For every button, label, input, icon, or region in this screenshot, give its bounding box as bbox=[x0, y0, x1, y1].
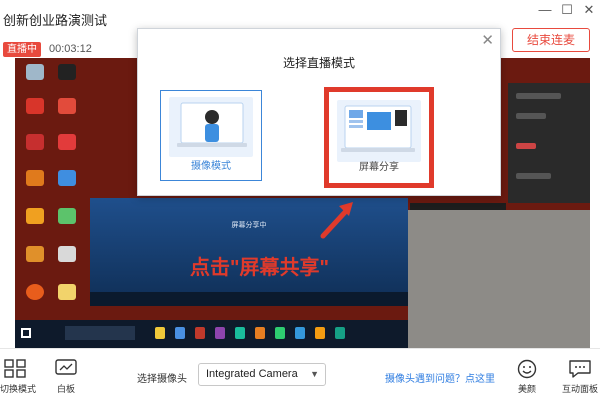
taskbar-app-icon bbox=[295, 327, 305, 339]
taskbar-app-icon bbox=[215, 327, 225, 339]
desktop-icon bbox=[53, 170, 81, 186]
screen-share-illustration-icon bbox=[337, 100, 421, 162]
bottom-toolbar: 切换模式 白板 选择摄像头 Integrated Camera ▼ 摄像头遇到问… bbox=[0, 348, 600, 400]
desktop-side-panel bbox=[508, 83, 590, 203]
panel-line bbox=[516, 113, 546, 119]
taskbar-app-icon bbox=[275, 327, 285, 339]
camera-mode-option[interactable]: 摄像模式 bbox=[160, 90, 262, 181]
taskbar-app-icon bbox=[315, 327, 325, 339]
camera-preview bbox=[408, 210, 590, 348]
maximize-button[interactable]: ☐ bbox=[558, 3, 576, 17]
taskbar-app-icon bbox=[335, 327, 345, 339]
taskbar-app-icon bbox=[175, 327, 185, 339]
instruction-caption: 点击"屏幕共享" bbox=[190, 257, 329, 279]
close-button[interactable]: ✕ bbox=[580, 3, 598, 17]
panel-line bbox=[516, 173, 551, 179]
camera-select-dropdown[interactable]: Integrated Camera ▼ bbox=[198, 363, 326, 386]
interactive-panel-button[interactable]: 互动面板 bbox=[560, 359, 600, 395]
dialog-title: 选择直播模式 bbox=[282, 56, 355, 70]
grid-icon bbox=[4, 359, 26, 378]
camera-mode-illustration-icon bbox=[169, 97, 253, 157]
camera-help-link[interactable]: 摄像头遇到问题？点这里 bbox=[385, 370, 495, 385]
switch-mode-button[interactable]: 切换模式 bbox=[0, 359, 37, 395]
desktop-icon-grid bbox=[15, 58, 90, 320]
desktop-icon bbox=[53, 208, 81, 224]
desktop-icon bbox=[53, 98, 81, 114]
desktop-icon bbox=[53, 284, 81, 300]
whiteboard-label: 白板 bbox=[56, 384, 75, 394]
live-mode-dialog: ✕ 选择直播模式 摄像模式 屏幕分享 bbox=[137, 28, 501, 196]
desktop-icon bbox=[53, 134, 81, 150]
desktop-icon bbox=[21, 284, 49, 300]
end-mic-link-button[interactable]: 结束连麦 bbox=[512, 28, 590, 52]
dialog-close-icon[interactable]: ✕ bbox=[481, 31, 494, 49]
desktop-icon bbox=[21, 170, 49, 186]
panel-line bbox=[516, 93, 561, 99]
desktop-icon bbox=[21, 208, 49, 224]
beauty-button[interactable]: 美颜 bbox=[512, 359, 542, 395]
camera-select-value: Integrated Camera bbox=[206, 368, 298, 380]
live-timer: 00:03:12 bbox=[49, 43, 92, 55]
panel-line bbox=[516, 143, 536, 149]
taskbar-app-icon bbox=[255, 327, 265, 339]
taskbar-app-icon bbox=[155, 327, 165, 339]
window-title: 创新创业路演测试 bbox=[3, 13, 108, 28]
taskbar-search-box bbox=[65, 326, 135, 340]
smile-face-icon bbox=[517, 359, 537, 379]
switch-mode-label: 切换模式 bbox=[0, 384, 37, 394]
screen-share-option[interactable]: 屏幕分享 bbox=[324, 87, 434, 188]
whiteboard-icon bbox=[55, 359, 77, 375]
live-status-badge: 直播中 bbox=[3, 42, 41, 57]
desktop-icon bbox=[21, 134, 49, 150]
minimize-button[interactable]: — bbox=[536, 3, 554, 17]
desktop-icon bbox=[53, 64, 81, 80]
red-arrow-icon bbox=[320, 202, 353, 239]
screen-share-window-bar bbox=[90, 292, 408, 306]
desktop-icon bbox=[21, 246, 49, 262]
taskbar-app-icon bbox=[195, 327, 205, 339]
taskbar-app-icon bbox=[235, 327, 245, 339]
chat-bubble-icon bbox=[569, 360, 591, 378]
windows-start-icon bbox=[21, 328, 31, 338]
interactive-panel-label: 互动面板 bbox=[561, 384, 598, 394]
beauty-label: 美颜 bbox=[517, 384, 536, 394]
chevron-down-icon: ▼ bbox=[310, 369, 319, 379]
desktop-icon bbox=[21, 64, 49, 80]
camera-mode-label: 摄像模式 bbox=[191, 161, 231, 172]
desktop-icon bbox=[21, 98, 49, 114]
whiteboard-button[interactable]: 白板 bbox=[52, 359, 80, 395]
desktop-icon bbox=[53, 246, 81, 262]
camera-select-label: 选择摄像头 bbox=[137, 374, 187, 385]
screen-share-label: 屏幕分享 bbox=[359, 162, 399, 173]
desktop-taskbar bbox=[15, 320, 408, 348]
